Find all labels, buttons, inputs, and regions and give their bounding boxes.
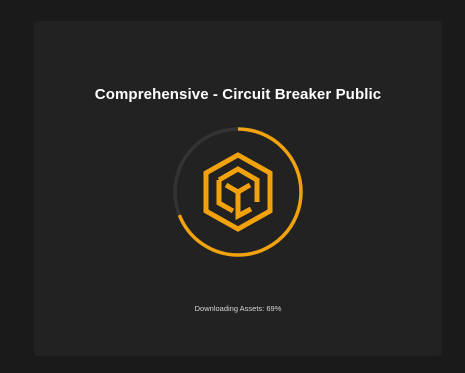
cube-logo-icon xyxy=(203,152,273,232)
progress-ring xyxy=(171,125,305,259)
progress-ring-graphic xyxy=(173,127,303,257)
page-title: Comprehensive - Circuit Breaker Public xyxy=(94,86,382,103)
download-status-text: Downloading Assets: 69% xyxy=(194,304,282,313)
loading-panel: Comprehensive - Circuit Breaker Public D… xyxy=(34,21,442,356)
loading-screen: Comprehensive - Circuit Breaker Public D… xyxy=(0,0,465,373)
